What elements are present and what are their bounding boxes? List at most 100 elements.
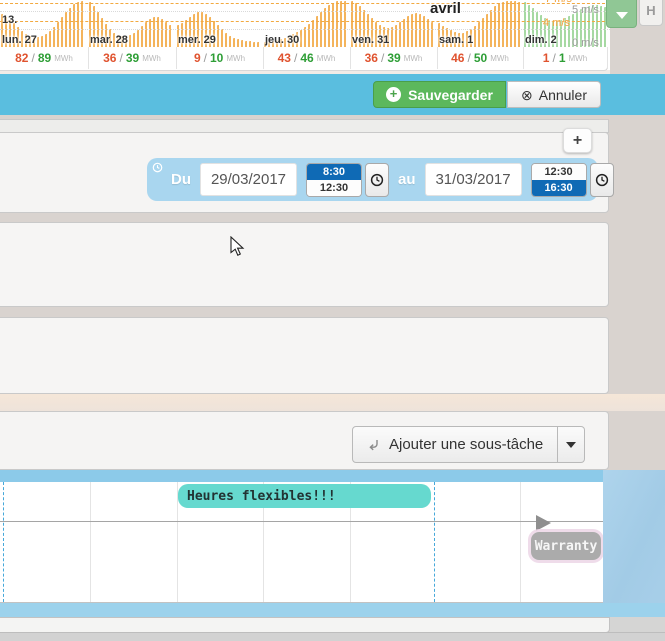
gantt-bottom-strip [0, 603, 665, 617]
save-button-label: Sauvegarder [408, 87, 493, 103]
wind-axis-label: 7 m/s [545, 0, 572, 5]
day-label: lun. 27 [2, 34, 37, 46]
bar [45, 34, 48, 47]
from-time-start[interactable]: 8:30 [307, 164, 361, 180]
bar [344, 1, 347, 47]
to-time-start[interactable]: 12:30 [532, 164, 586, 180]
from-time-end[interactable]: 12:30 [307, 180, 361, 196]
bar [49, 31, 52, 47]
chart-day-cell: ven. 31 [350, 0, 437, 47]
bar [506, 1, 509, 47]
daily-totals-row: 82/89MWh36/39MWh9/10MWh43/46MWh36/39MWh4… [0, 47, 608, 71]
day-label: ven. 31 [352, 34, 389, 46]
bar [427, 19, 430, 47]
gantt-task-bar[interactable]: Heures flexibles!!! [178, 484, 431, 508]
bar [486, 14, 489, 47]
bar [431, 22, 434, 47]
chart-side-button[interactable]: H [639, 0, 663, 26]
from-time-picker-button[interactable] [365, 163, 389, 197]
to-time-options: 12:30 16:30 [531, 163, 587, 197]
slash: / [294, 51, 297, 65]
date-range-bar: Du 8:30 12:30 au 12:30 16:30 [147, 158, 598, 201]
gantt-selection-line [434, 482, 435, 602]
from-date-input[interactable] [200, 163, 297, 196]
unit-label: MWh [54, 54, 73, 63]
unit-label: MWh [226, 54, 245, 63]
bar [300, 30, 303, 47]
bar [340, 1, 343, 47]
month-label: avril [430, 0, 461, 17]
to-time-picker-button[interactable] [590, 163, 614, 197]
bar [600, 6, 603, 47]
gantt-selection-line [3, 482, 4, 602]
daily-total-cell: 43/46MWh [263, 47, 351, 69]
wind-axis-label: 0 m/s [572, 37, 599, 49]
bar [415, 13, 418, 47]
produced-value: 46 [451, 51, 464, 65]
plus-icon: + [573, 132, 582, 150]
day-label: sam. 1 [439, 34, 473, 46]
section-header-strip [0, 119, 609, 133]
clock-icon [370, 173, 384, 187]
bar [161, 19, 164, 47]
gantt-right-overlay [603, 470, 665, 617]
caret-down-icon [566, 442, 576, 448]
gantt-row-divider [0, 521, 603, 522]
bar [37, 37, 40, 47]
task-bar-label: Heures flexibles!!! [187, 489, 336, 504]
week-number-label: 13. [2, 14, 17, 26]
day-label: dim. 2 [525, 34, 557, 46]
produced-value: 1 [543, 51, 550, 65]
slash: / [204, 51, 207, 65]
bar [482, 18, 485, 47]
bar [53, 27, 56, 47]
produced-value: 9 [194, 51, 201, 65]
app-window: 13. avril lun. 27mar. 28mer. 29jeu. 30ve… [0, 0, 665, 641]
daily-total-cell: 82/89MWh [0, 47, 89, 69]
cancel-button[interactable]: ⊗ Annuler [507, 81, 601, 108]
add-period-button[interactable]: + [563, 128, 592, 153]
gantt-milestone[interactable]: Warranty [531, 532, 601, 560]
empty-panel-1 [0, 222, 609, 307]
to-time-end[interactable]: 16:30 [532, 180, 586, 196]
circle-x-icon: ⊗ [521, 88, 533, 102]
daily-total-cell: 9/10MWh [176, 47, 264, 69]
clock-icon [152, 162, 163, 173]
add-subtask-dropdown-button[interactable] [558, 426, 585, 463]
add-subtask-label: Ajouter une sous-tâche [389, 436, 543, 453]
produced-value: 43 [278, 51, 291, 65]
slash: / [381, 51, 384, 65]
to-label: au [398, 171, 416, 188]
bar [221, 29, 224, 47]
milestone-arrow-icon [536, 515, 551, 531]
to-date-input[interactable] [425, 163, 522, 196]
chart-controls: H [606, 0, 663, 28]
chart-day-cell: mar. 28 [88, 0, 176, 47]
bar [41, 36, 44, 47]
collapse-chart-button[interactable] [606, 0, 637, 28]
bar [145, 22, 148, 47]
panel-gap-band [0, 394, 665, 411]
unit-label: MWh [569, 54, 588, 63]
bar [233, 38, 236, 47]
chevron-down-icon [616, 12, 628, 19]
bar [237, 39, 240, 47]
bar [312, 20, 315, 47]
unit-label: MWh [142, 54, 161, 63]
from-time-options: 8:30 12:30 [306, 163, 362, 197]
capacity-value: 89 [38, 51, 51, 65]
gantt-grid: Heures flexibles!!! Warranty [0, 482, 603, 603]
unit-label: MWh [490, 54, 509, 63]
gantt-column-line [520, 482, 521, 602]
capacity-value: 1 [559, 51, 566, 65]
save-button[interactable]: + Sauvegarder [373, 81, 506, 108]
mouse-cursor [230, 236, 246, 258]
bar [69, 8, 72, 47]
bar [336, 1, 339, 47]
bar [510, 1, 513, 47]
add-subtask-button[interactable]: Ajouter une sous-tâche [352, 426, 558, 463]
produced-value: 82 [15, 51, 28, 65]
bar [229, 36, 232, 47]
bar [498, 3, 501, 47]
window-footer [0, 632, 665, 641]
